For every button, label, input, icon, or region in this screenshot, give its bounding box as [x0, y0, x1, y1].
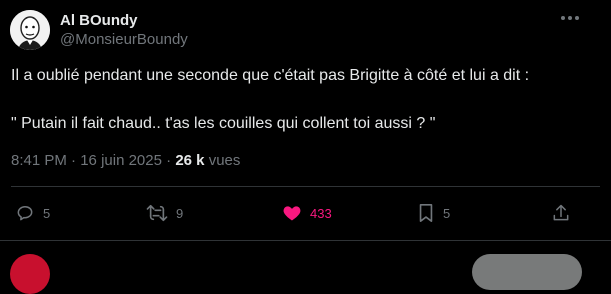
views-count: 26 k [175, 152, 205, 169]
reply-icon [17, 206, 33, 221]
more-icon [561, 16, 579, 20]
reply-submit-button[interactable] [472, 254, 582, 290]
reply-avatar [10, 254, 50, 294]
tweet-meta: 8:41 PM · 16 juin 2025 · 26 k vues [11, 152, 240, 170]
tweet-text-line: " Putain il fait chaud.. t'as les couill… [11, 115, 436, 132]
divider [0, 240, 611, 241]
share-button[interactable] [551, 199, 571, 227]
bookmark-button[interactable]: 5 [417, 199, 450, 227]
divider [11, 186, 600, 187]
like-count: 433 [310, 205, 332, 221]
meta-separator: · [66, 152, 81, 169]
display-name[interactable]: Al BOundy [60, 12, 188, 30]
views-label: vues [208, 152, 241, 169]
tweet-text-line: Il a oublié pendant une seconde que c'ét… [11, 67, 530, 84]
tweet-text: Il a oublié pendant une seconde que c'ét… [11, 66, 601, 134]
reply-count: 5 [43, 205, 51, 221]
retweet-count: 9 [176, 205, 184, 221]
tweet-date[interactable]: 16 juin 2025 [80, 152, 162, 169]
more-button[interactable] [557, 8, 583, 28]
heart-icon [283, 206, 301, 221]
retweet-icon [146, 204, 168, 222]
tweet: Al BOundy @MonsieurBoundy Il a oublié pe… [0, 0, 611, 294]
author-names: Al BOundy @MonsieurBoundy [60, 12, 188, 50]
avatar[interactable] [10, 10, 50, 50]
like-button[interactable]: 433 [282, 199, 332, 227]
retweet-button[interactable]: 9 [146, 199, 183, 227]
tweet-time[interactable]: 8:41 PM [11, 152, 67, 169]
bookmark-count: 5 [443, 205, 451, 221]
bookmark-icon [419, 204, 433, 222]
share-icon [553, 204, 569, 221]
reply-button[interactable]: 5 [15, 199, 50, 227]
meta-separator: · [161, 152, 176, 169]
avatar-image [10, 10, 50, 50]
handle[interactable]: @MonsieurBoundy [60, 30, 188, 50]
